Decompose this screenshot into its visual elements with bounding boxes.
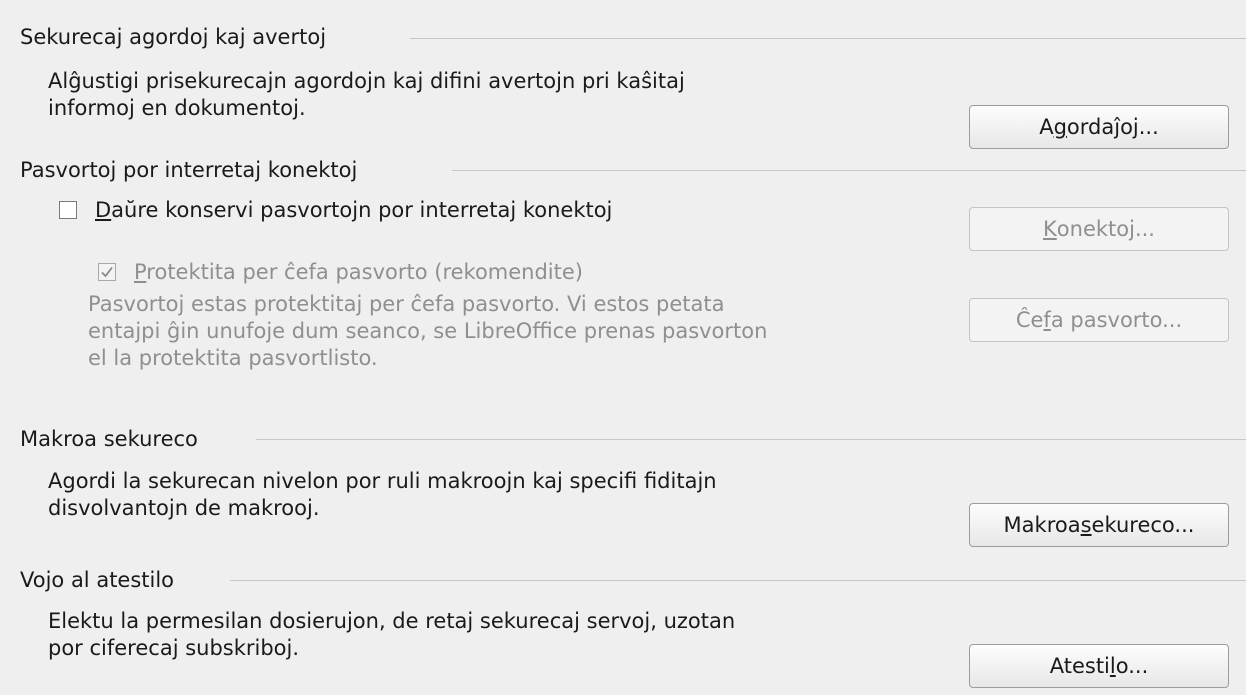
certificate-path-heading: Vojo al atestilo — [20, 568, 175, 592]
macro-security-button[interactable]: Makroa s ekureco... — [969, 503, 1229, 547]
certificate-button[interactable]: Atesti l o... — [969, 644, 1229, 688]
master-password-info: Pasvortoj estas protektitaj per ĉefa pas… — [88, 292, 768, 370]
certificate-path-description: Elektu la permesilan dosierujon, de reta… — [48, 609, 736, 660]
section-divider — [230, 580, 1246, 581]
section-divider — [410, 38, 1246, 39]
web-passwords-heading: Pasvortoj por interretaj konektoj — [20, 158, 358, 182]
master-password-button[interactable]: Ĉe f a pasvorto... — [969, 298, 1229, 342]
connections-button[interactable]: Konektoj... — [969, 207, 1229, 251]
macro-security-description: Agordi la sekurecan nivelon por ruli mak… — [48, 469, 717, 520]
security-options-button[interactable]: Ag ordaĵoj... — [969, 105, 1229, 149]
checkbox-checked-icon[interactable] — [98, 263, 116, 281]
security-options-panel: Sekurecaj agordoj kaj avertoj Alĝustigi … — [0, 0, 1246, 695]
security-options-description: Alĝustigi prisekurecajn agordojn kaj dif… — [48, 69, 685, 120]
security-options-heading: Sekurecaj agordoj kaj avertoj — [20, 25, 327, 49]
macro-security-heading: Makroa sekureco — [20, 427, 198, 451]
section-divider — [256, 439, 1246, 440]
master-password-checkbox[interactable]: Protektita per ĉefa pasvorto (rekomendit… — [98, 260, 583, 284]
checkbox-unchecked-icon[interactable] — [59, 201, 77, 219]
persist-passwords-checkbox[interactable]: Daŭre konservi pasvortojn por interretaj… — [59, 198, 612, 222]
section-divider — [452, 170, 1246, 171]
